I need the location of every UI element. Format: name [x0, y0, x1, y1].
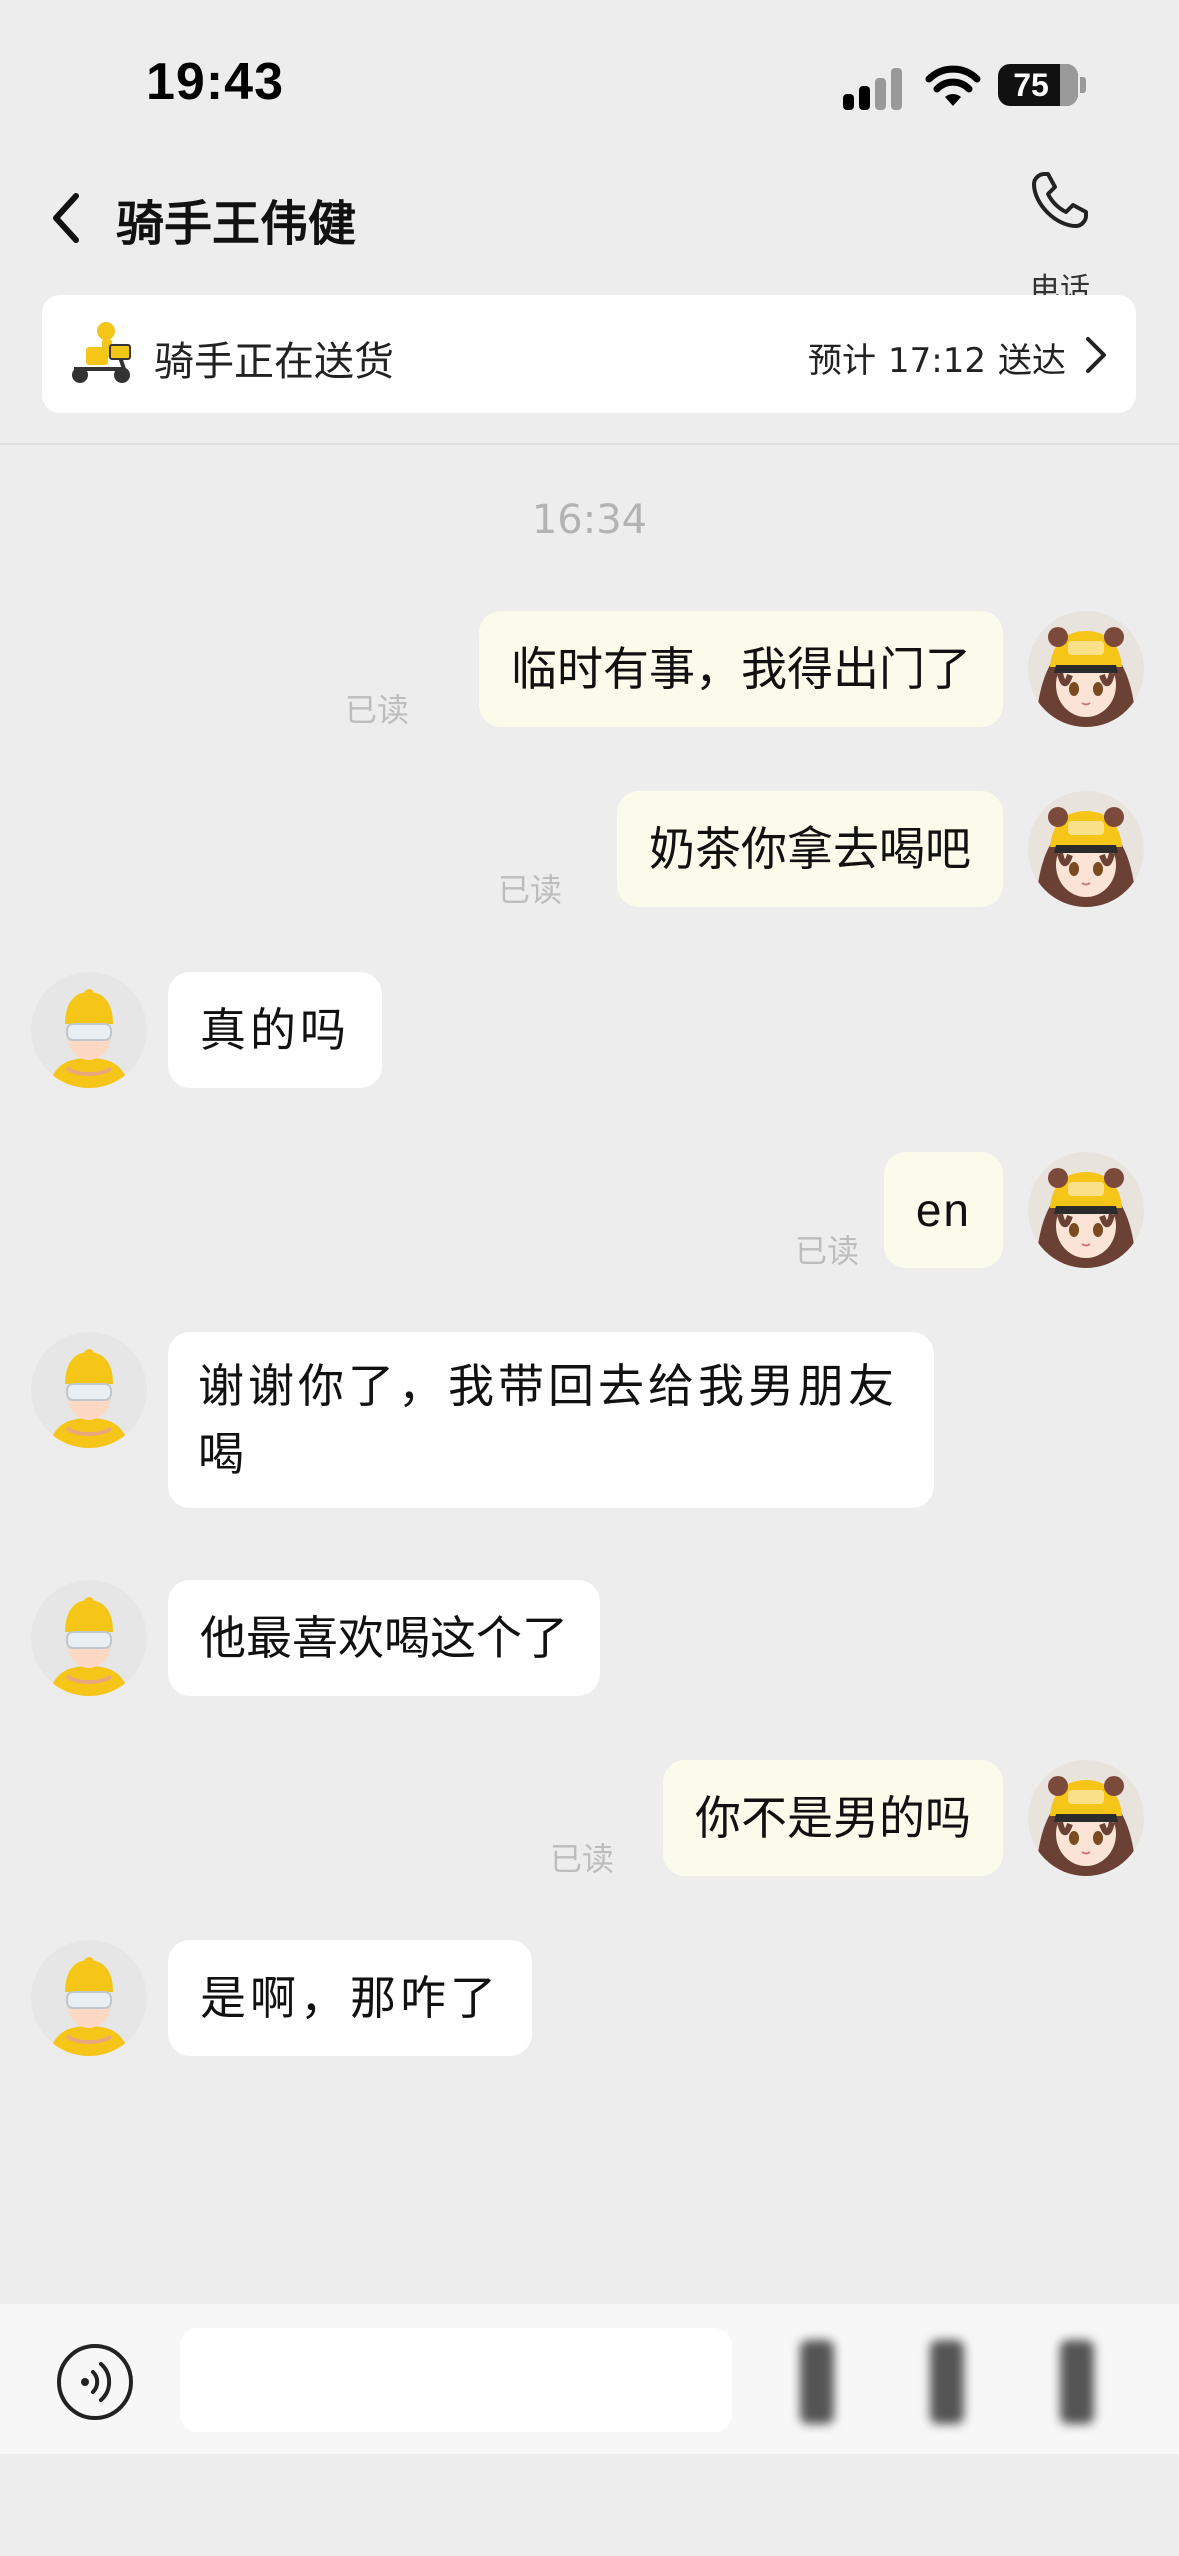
read-receipt: 已读: [498, 871, 563, 909]
voice-icon: [81, 2362, 112, 2402]
read-receipt: 已读: [550, 1840, 615, 1878]
chevron-right-icon: [1086, 337, 1106, 373]
rider-message-bubble[interactable]: 谢谢你了，我带回去给我男朋友喝: [168, 1332, 934, 1508]
my-avatar[interactable]: [1028, 1152, 1144, 1268]
rider-message-bubble[interactable]: 真的吗: [168, 972, 382, 1088]
battery-level: 75: [1013, 67, 1049, 103]
call-button[interactable]: 电话: [1018, 168, 1102, 307]
chat-title: 骑手王伟健: [116, 196, 357, 252]
rider-message-bubble[interactable]: 他最喜欢喝这个了: [168, 1580, 600, 1696]
message-row: 真的吗: [0, 968, 1179, 1088]
delivery-eta: 预计 17:12 送达: [796, 333, 1066, 382]
my-message-bubble[interactable]: 你不是男的吗: [663, 1760, 1003, 1876]
eta-prefix: 预计: [808, 341, 877, 381]
rider-message-bubble[interactable]: 是啊，那咋了: [168, 1940, 532, 2056]
cellular-signal-icon: [843, 66, 909, 110]
rider-avatar[interactable]: [31, 1940, 147, 2056]
voice-input-button[interactable]: [57, 2344, 133, 2420]
chat-header: 骑手王伟健 电话: [0, 150, 1179, 307]
status-bar: 19:43 75: [0, 0, 1179, 150]
read-receipt: 已读: [795, 1232, 860, 1270]
message-row: 已读 en: [0, 1148, 1179, 1270]
input-bar: [0, 2304, 1179, 2454]
wifi-icon: [925, 65, 981, 106]
header-divider: [0, 443, 1179, 445]
message-row: 已读 奶茶你拿去喝吧: [0, 787, 1179, 909]
my-avatar[interactable]: [1028, 791, 1144, 907]
battery-icon: 75: [998, 64, 1078, 106]
message-row: 谢谢你了，我带回去给我男朋友喝: [0, 1328, 1179, 1518]
eta-suffix: 送达: [998, 341, 1066, 381]
message-row: 已读 临时有事，我得出门了: [0, 607, 1179, 729]
my-avatar[interactable]: [1028, 1760, 1144, 1876]
status-time: 19:43: [146, 53, 284, 111]
read-receipt: 已读: [345, 691, 410, 729]
rider-avatar[interactable]: [31, 1580, 147, 1696]
blurred-action-buttons[interactable]: [780, 2330, 1140, 2434]
delivery-status-text: 骑手正在送货: [154, 339, 394, 385]
my-avatar[interactable]: [1028, 611, 1144, 727]
message-row: 是啊，那咋了: [0, 1936, 1179, 2056]
my-message-bubble[interactable]: en: [883, 1152, 1003, 1268]
message-row: 他最喜欢喝这个了: [0, 1576, 1179, 1696]
chat-timestamp: 16:34: [531, 497, 648, 543]
eta-time: 17:12: [888, 341, 986, 381]
rider-avatar[interactable]: [31, 972, 147, 1088]
back-arrow-icon[interactable]: [46, 188, 86, 248]
delivery-status-card[interactable]: 骑手正在送货 预计 17:12 送达: [42, 295, 1136, 413]
phone-icon: [1032, 172, 1088, 228]
message-row: 已读 你不是男的吗: [0, 1756, 1179, 1878]
my-message-bubble[interactable]: 奶茶你拿去喝吧: [617, 791, 1003, 907]
message-input[interactable]: [180, 2328, 732, 2432]
my-message-bubble[interactable]: 临时有事，我得出门了: [479, 611, 1003, 727]
scooter-icon: [72, 322, 131, 383]
battery-tip: [1080, 77, 1086, 93]
rider-avatar[interactable]: [31, 1332, 147, 1448]
